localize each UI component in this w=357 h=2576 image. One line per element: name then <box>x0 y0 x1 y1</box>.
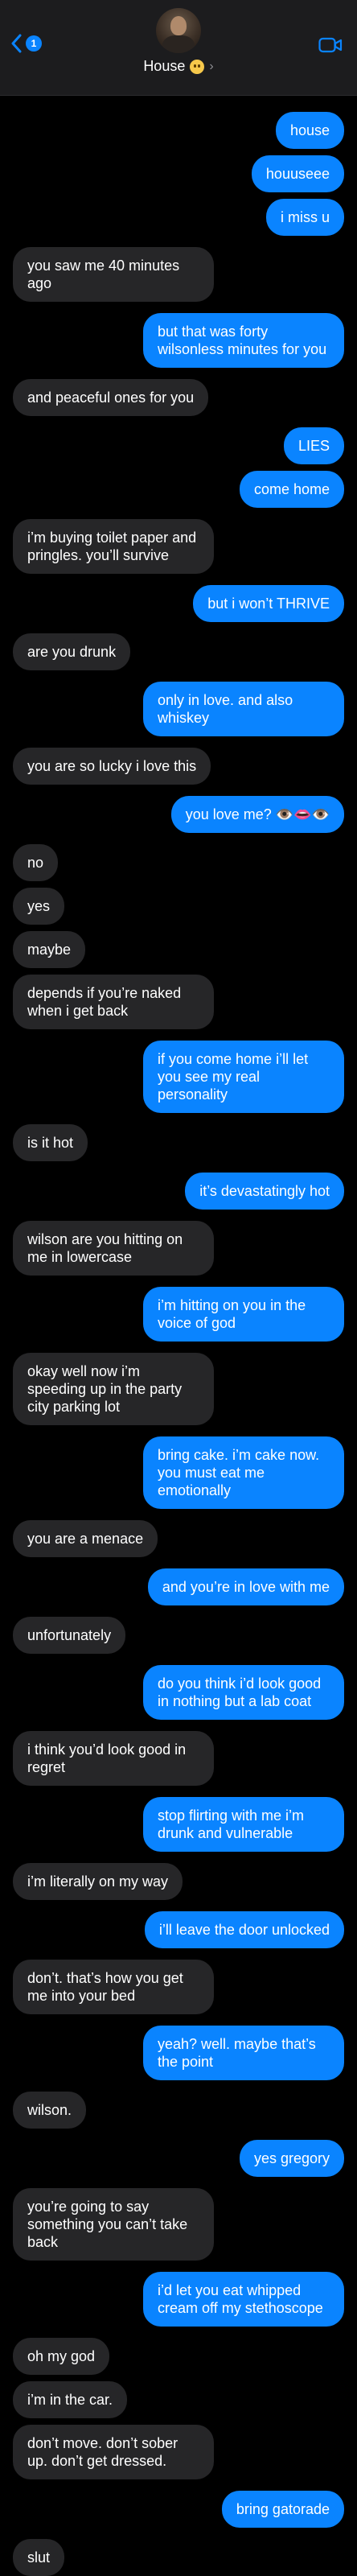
sent-message-bubble[interactable]: LIES <box>283 427 344 464</box>
sent-message-bubble[interactable]: do you think i’d look good in nothing bu… <box>143 1665 344 1720</box>
received-message-bubble[interactable]: are you drunk <box>13 633 131 670</box>
received-message-bubble[interactable]: maybe <box>13 931 86 968</box>
pensive-face-emoji-icon <box>190 59 205 74</box>
received-message-bubble[interactable]: you saw me 40 minutes ago <box>13 247 214 302</box>
received-message-bubble[interactable]: oh my god <box>13 2338 110 2375</box>
sent-message-bubble[interactable]: house <box>275 112 344 149</box>
unread-count-badge: 1 <box>26 35 42 52</box>
received-message-bubble[interactable]: slut <box>13 2539 65 2576</box>
message-thread[interactable]: house houuseee i miss u you saw me 40 minut… <box>0 96 357 2576</box>
sent-message-bubble[interactable]: i’m hitting on you in the voice of god <box>143 1287 344 1342</box>
sent-message-bubble[interactable]: come home <box>239 471 344 508</box>
conversation-header: 1 House › <box>0 0 357 96</box>
chevron-right-icon: › <box>209 59 214 73</box>
sent-message-bubble[interactable]: and you’re in love with me <box>147 1568 344 1605</box>
received-message-bubble[interactable]: no <box>13 844 59 881</box>
sent-message-bubble[interactable]: houuseee <box>251 155 344 192</box>
received-message-bubble[interactable]: i’m in the car. <box>13 2381 128 2418</box>
received-message-bubble[interactable]: you are a menace <box>13 1520 158 1557</box>
sent-message-bubble[interactable]: i’d let you eat whipped cream off my ste… <box>143 2272 344 2327</box>
sent-message-bubble[interactable]: if you come home i’ll let you see my rea… <box>143 1041 344 1113</box>
received-message-bubble[interactable]: and peaceful ones for you <box>13 379 209 416</box>
back-button[interactable]: 1 <box>11 34 42 53</box>
sent-message-bubble[interactable]: yes gregory <box>239 2140 344 2177</box>
sent-message-bubble[interactable]: yeah? well. maybe that’s the point <box>143 2026 344 2080</box>
contact-name: House <box>143 58 186 74</box>
received-message-bubble[interactable]: unfortunately <box>13 1617 126 1654</box>
received-message-bubble[interactable]: i’m literally on my way <box>13 1863 183 1900</box>
contact-name-button[interactable]: House › <box>0 58 357 75</box>
avatar[interactable] <box>156 8 201 53</box>
sent-message-bubble[interactable]: it’s devastatingly hot <box>185 1173 344 1210</box>
received-message-bubble[interactable]: wilson are you hitting on me in lowercas… <box>13 1221 214 1276</box>
received-message-bubble[interactable]: don’t. that’s how you get me into your b… <box>13 1960 214 2014</box>
sent-message-bubble[interactable]: but that was forty wilsonless minutes fo… <box>143 313 344 368</box>
received-message-bubble[interactable]: you are so lucky i love this <box>13 748 211 785</box>
sent-message-bubble[interactable]: but i won’t THRIVE <box>193 585 344 622</box>
sent-message-bubble[interactable]: bring gatorade <box>221 2491 344 2528</box>
received-message-bubble[interactable]: don’t move. don’t sober up. don’t get dr… <box>13 2425 214 2479</box>
video-camera-icon <box>318 37 343 53</box>
received-message-bubble[interactable]: i’m buying toilet paper and pringles. yo… <box>13 519 214 574</box>
facetime-video-button[interactable] <box>318 37 343 57</box>
received-message-bubble[interactable]: is it hot <box>13 1124 88 1161</box>
sent-message-bubble[interactable]: stop flirting with me i’m drunk and vuln… <box>143 1797 344 1852</box>
sent-message-bubble[interactable]: i miss u <box>265 199 344 236</box>
sent-message-bubble[interactable]: only in love. and also whiskey <box>143 682 344 736</box>
received-message-bubble[interactable]: depends if you’re naked when i get back <box>13 975 214 1029</box>
sent-message-bubble[interactable]: you love me? 👁️👄👁️ <box>170 796 344 833</box>
chevron-left-icon <box>11 34 22 53</box>
received-message-bubble[interactable]: wilson. <box>13 2092 87 2129</box>
received-message-bubble[interactable]: yes <box>13 888 65 925</box>
received-message-bubble[interactable]: you’re going to say something you can’t … <box>13 2188 214 2261</box>
received-message-bubble[interactable]: okay well now i’m speeding up in the par… <box>13 1353 214 1425</box>
received-message-bubble[interactable]: i think you’d look good in regret <box>13 1731 214 1786</box>
sent-message-bubble[interactable]: i’ll leave the door unlocked <box>144 1911 344 1948</box>
sent-message-bubble[interactable]: bring cake. i’m cake now. you must eat m… <box>143 1436 344 1509</box>
